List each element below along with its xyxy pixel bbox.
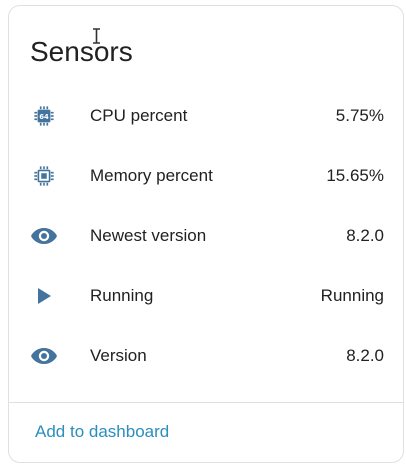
- sensor-row-cpu-percent[interactable]: 64 CPU percent 5.75%: [9, 86, 403, 146]
- card-title: Sensors: [30, 36, 133, 67]
- sensor-label: CPU percent: [90, 106, 188, 125]
- sensor-label: Running: [90, 286, 154, 305]
- sensor-value: 15.65%: [326, 166, 384, 185]
- sensor-value: Running: [320, 286, 384, 305]
- memory-chip-icon: [29, 164, 59, 188]
- sensor-row-newest-version[interactable]: Newest version 8.2.0: [9, 206, 403, 266]
- sensor-label: Version: [90, 346, 147, 365]
- play-icon: [29, 284, 59, 308]
- eye-icon: [29, 344, 59, 368]
- sensor-value: 8.2.0: [346, 346, 384, 365]
- card-divider: [9, 402, 403, 403]
- sensor-value: 5.75%: [335, 106, 384, 125]
- sensor-list: 64 CPU percent 5.75% Memory percent 15.6…: [9, 86, 403, 386]
- sensor-value: 8.2.0: [346, 226, 384, 245]
- svg-text:64: 64: [39, 113, 49, 121]
- chip-64-icon: 64: [29, 104, 59, 128]
- sensors-card: Sensors 64 CPU percent 5.75% Memory perc…: [8, 5, 404, 463]
- sensor-label: Memory percent: [90, 166, 213, 185]
- sensor-label: Newest version: [90, 226, 207, 245]
- sensor-row-memory-percent[interactable]: Memory percent 15.65%: [9, 146, 403, 206]
- sensor-row-running[interactable]: Running Running: [9, 266, 403, 326]
- add-to-dashboard-button[interactable]: Add to dashboard: [35, 420, 169, 444]
- eye-icon: [29, 224, 59, 248]
- sensor-row-version[interactable]: Version 8.2.0: [9, 326, 403, 386]
